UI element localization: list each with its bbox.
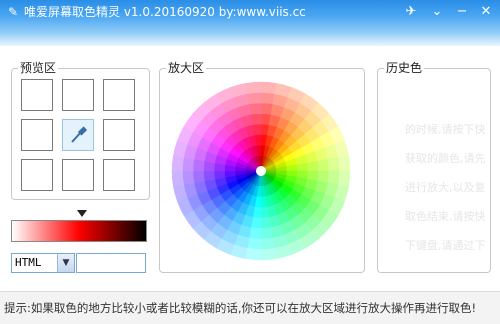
chevron-down-icon[interactable]: ▼	[57, 254, 74, 272]
wheel-segment	[260, 227, 274, 240]
wheel-segment	[338, 170, 351, 187]
preview-cell	[21, 79, 53, 111]
wheel-segment	[245, 81, 262, 94]
wheel-segment	[317, 158, 330, 172]
close-icon[interactable]: ✕	[477, 3, 495, 21]
wheel-segment	[260, 237, 275, 250]
pin-icon[interactable]: ✈	[402, 3, 420, 21]
wheel-segment	[247, 237, 262, 250]
wheel-segment	[245, 248, 262, 261]
wheel-segment	[306, 160, 319, 172]
preview-cell	[21, 119, 53, 151]
history-hint: 进行放大,以及复	[405, 181, 486, 194]
preview-cell	[62, 159, 94, 191]
title-bar[interactable]: ✎ 唯爱屏幕取色精灵 v1.0.20160920 by:www.viis.cc …	[0, 0, 500, 46]
wheel-segment	[203, 170, 216, 182]
format-select-value: HTML	[15, 256, 42, 269]
history-hint: 获取的颜色,请先	[405, 152, 486, 165]
wheel-segment	[327, 157, 340, 172]
preview-cell	[103, 79, 135, 111]
wheel-segment	[260, 92, 275, 105]
preview-cell	[103, 119, 135, 151]
wheel-segment	[250, 113, 262, 126]
preview-cell	[62, 79, 94, 111]
window-title: 唯爱屏幕取色精灵 v1.0.20160920 by:www.viis.cc	[24, 5, 306, 19]
wheel-segment	[260, 81, 277, 94]
preview-cell	[103, 159, 135, 191]
eyedropper-icon: ✎	[7, 5, 19, 19]
minimize-icon[interactable]: −	[453, 3, 471, 21]
magnifier-label: 放大区	[166, 60, 207, 76]
history-hint: 的时候,请按下快	[405, 123, 486, 136]
color-value-field[interactable]	[76, 253, 146, 273]
eyedropper-button[interactable]	[62, 119, 94, 151]
format-select[interactable]: HTML ▼	[11, 253, 75, 273]
status-text: 提示:如果取色的地方比较小或者比较模糊的话,你还可以在放大区域进行放大操作再进行…	[4, 301, 477, 315]
wheel-segment	[248, 102, 262, 115]
history-hint: 取色结束,请按快	[405, 210, 486, 223]
color-gradient-bar[interactable]	[11, 220, 147, 242]
wheel-segment	[171, 170, 184, 187]
history-label: 历史色	[384, 60, 425, 76]
preview-label: 预览区	[18, 60, 59, 76]
status-bar: 提示:如果取色的地方比较小或者比较模糊的话,你还可以在放大区域进行放大操作再进行…	[0, 291, 500, 324]
eyedropper-icon	[71, 126, 88, 143]
wheel-segment	[182, 157, 195, 172]
wheel-segment	[192, 170, 205, 184]
history-hint: 下键盘,请通过下	[405, 239, 486, 252]
wheel-segment	[182, 170, 195, 185]
wheel-segment	[171, 155, 184, 172]
wheel-segment	[338, 155, 351, 172]
wheel-segment	[260, 216, 272, 229]
wheel-center	[256, 166, 266, 176]
wheel-segment	[327, 170, 340, 185]
wheel-segment	[247, 92, 262, 105]
color-wheel[interactable]	[171, 81, 351, 261]
preview-cell	[21, 159, 53, 191]
gradient-marker[interactable]	[77, 210, 87, 217]
wheel-segment	[260, 248, 277, 261]
chevron-down-icon[interactable]: ⌄	[428, 3, 446, 21]
